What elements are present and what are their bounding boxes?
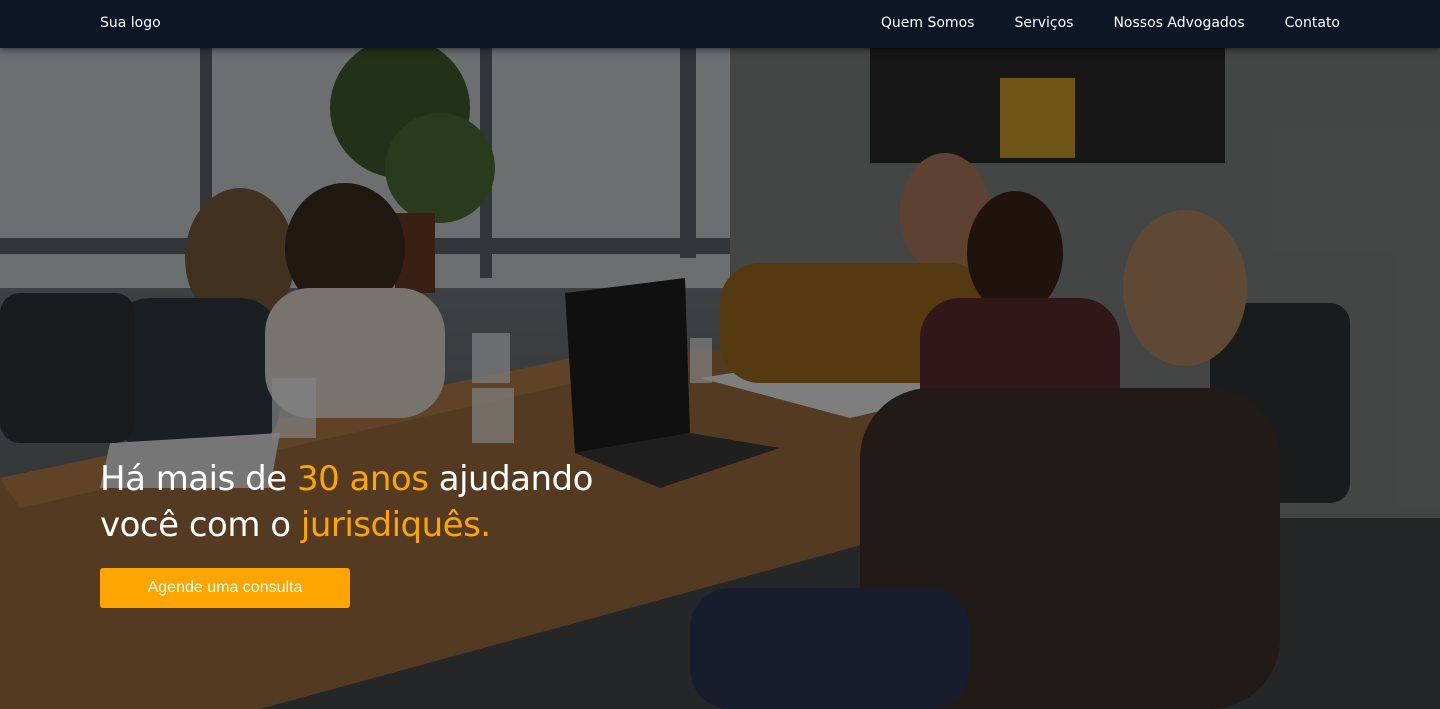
headline-text-1: Há mais de	[100, 459, 297, 499]
top-navbar: Sua logo Quem Somos Serviços Nossos Advo…	[0, 0, 1440, 48]
nav-link-servicos[interactable]: Serviços	[1014, 15, 1073, 31]
headline-accent-jurisdiques: jurisdiquês.	[300, 505, 491, 545]
hero-headline: Há mais de 30 anos ajudando você com o ju…	[100, 456, 593, 548]
nav-links: Quem Somos Serviços Nossos Advogados Con…	[881, 15, 1340, 31]
headline-text-2: ajudando	[428, 459, 594, 499]
headline-accent-years: 30 anos	[296, 459, 429, 499]
hero-section	[0, 48, 1440, 709]
page: Sua logo Quem Somos Serviços Nossos Advo…	[0, 0, 1440, 709]
nav-link-quem-somos[interactable]: Quem Somos	[881, 15, 975, 31]
nav-link-nossos-advogados[interactable]: Nossos Advogados	[1113, 15, 1244, 31]
nav-link-contato[interactable]: Contato	[1285, 15, 1340, 31]
schedule-consultation-button[interactable]: Agende uma consulta	[100, 568, 350, 608]
headline-text-3: você com o	[100, 505, 301, 545]
site-logo[interactable]: Sua logo	[100, 15, 161, 31]
hero-overlay	[0, 48, 1440, 709]
